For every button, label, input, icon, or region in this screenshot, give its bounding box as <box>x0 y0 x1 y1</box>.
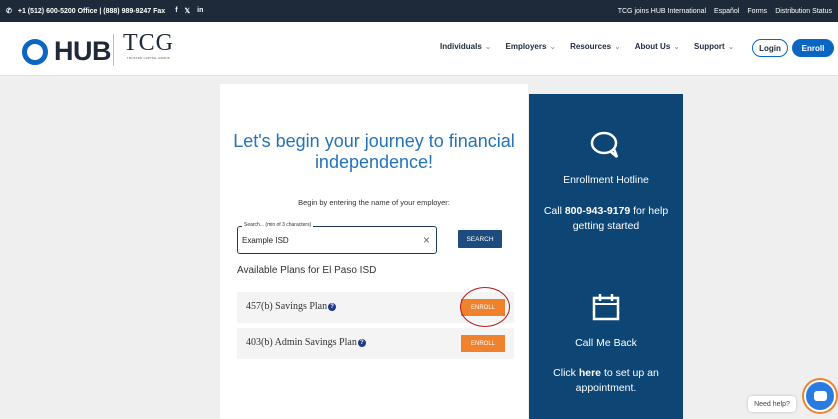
nav-individuals[interactable]: Individuals ⌄ <box>440 42 492 51</box>
call-me-back-link[interactable]: here <box>579 367 601 379</box>
help-icon[interactable]: ? <box>357 339 366 347</box>
enrollment-hotline-title: Enrollment Hotline <box>563 174 649 186</box>
main-nav: Individuals ⌄ Employers ⌄ Resources ⌄ About… <box>440 42 734 51</box>
page-heading: Let's begin your journey to financial in… <box>233 131 515 172</box>
phone-fax-text: +1 (512) 600-5200 Office | (888) 989-924… <box>17 7 166 15</box>
logo-divider <box>113 34 114 66</box>
top-utility-bar: ✆ +1 (512) 600-5200 Office | (888) 989-9… <box>0 0 838 22</box>
nav-support[interactable]: Support ⌄ <box>694 42 734 51</box>
tcg-logo-subtext: TRUSTED CAPITAL GROUP <box>126 56 171 60</box>
phone-icon: ✆ <box>6 8 12 15</box>
facebook-icon[interactable]: f <box>175 7 177 15</box>
chat-bubble-icon <box>590 131 619 158</box>
call-me-back-title: Call Me Back <box>575 337 637 349</box>
employer-search-input[interactable]: Search... (min of 3 characters) Example … <box>237 222 437 254</box>
plan-search-card: Let's begin your journey to financial in… <box>220 84 528 419</box>
chevron-down-icon: ⌄ <box>614 42 621 51</box>
plan-row: 403(b) Admin Savings Plan? ENROLL <box>237 328 514 359</box>
call-me-back-text: Click here to set up an appointment. <box>553 367 659 394</box>
utility-links: TCG joins HUB International Español Form… <box>618 8 832 15</box>
highlight-ring <box>460 287 510 327</box>
chat-icon <box>814 391 827 401</box>
search-field-label: Search... (min of 3 characters) <box>242 222 314 228</box>
link-distribution-status[interactable]: Distribution Status <box>775 8 832 15</box>
chevron-down-icon: ⌄ <box>727 42 735 51</box>
nav-about-us[interactable]: About Us ⌄ <box>635 42 680 51</box>
tcg-logo-text: TCG <box>123 30 174 56</box>
search-button[interactable]: SEARCH <box>458 230 502 248</box>
plan-name: 457(b) Savings Plan? <box>246 301 337 312</box>
instruction-text: Begin by entering the name of your emplo… <box>298 198 450 207</box>
available-plans-title: Available Plans for El Paso ISD <box>237 265 377 276</box>
chevron-down-icon: ⌄ <box>484 42 492 51</box>
contact-panel: Enrollment Hotline Call 800-943-9179 for… <box>529 94 683 419</box>
hub-logo-text: HUB <box>54 36 112 66</box>
link-espanol[interactable]: Español <box>714 8 739 15</box>
help-icon[interactable]: ? <box>328 303 337 311</box>
link-tcg-joins-hub[interactable]: TCG joins HUB International <box>618 8 706 15</box>
twitter-icon[interactable]: 𝕏 <box>185 7 191 15</box>
contact-info: ✆ +1 (512) 600-5200 Office | (888) 989-9… <box>6 7 203 15</box>
login-button[interactable]: Login <box>752 39 788 57</box>
site-header: HUB TCG TRUSTED CAPITAL GROUP Individual… <box>0 22 838 76</box>
hotline-text: Call 800-943-9179 for help getting start… <box>543 205 669 232</box>
need-help-label[interactable]: Need help? <box>748 396 796 412</box>
chevron-down-icon: ⌄ <box>549 42 557 51</box>
enroll-header-button[interactable]: Enroll <box>792 39 834 57</box>
nav-employers[interactable]: Employers ⌄ <box>506 42 557 51</box>
hub-logo-mark <box>22 38 48 65</box>
link-forms[interactable]: Forms <box>747 8 767 15</box>
social-links: f 𝕏 in <box>175 7 203 15</box>
plan-name: 403(b) Admin Savings Plan? <box>246 337 366 348</box>
clear-icon[interactable]: × <box>423 233 430 247</box>
linkedin-icon[interactable]: in <box>197 7 203 15</box>
tcg-logo[interactable]: TCG TRUSTED CAPITAL GROUP <box>123 30 174 60</box>
search-field-value[interactable]: Example ISD <box>242 236 289 245</box>
chevron-down-icon: ⌄ <box>673 42 680 51</box>
enroll-plan-button[interactable]: ENROLL <box>461 335 505 352</box>
chat-widget-button[interactable] <box>804 380 836 412</box>
hotline-phone-number[interactable]: 800-943-9179 <box>565 205 630 217</box>
nav-resources[interactable]: Resources ⌄ <box>570 42 621 51</box>
calendar-icon <box>592 294 620 321</box>
hub-logo[interactable]: HUB <box>22 36 112 67</box>
